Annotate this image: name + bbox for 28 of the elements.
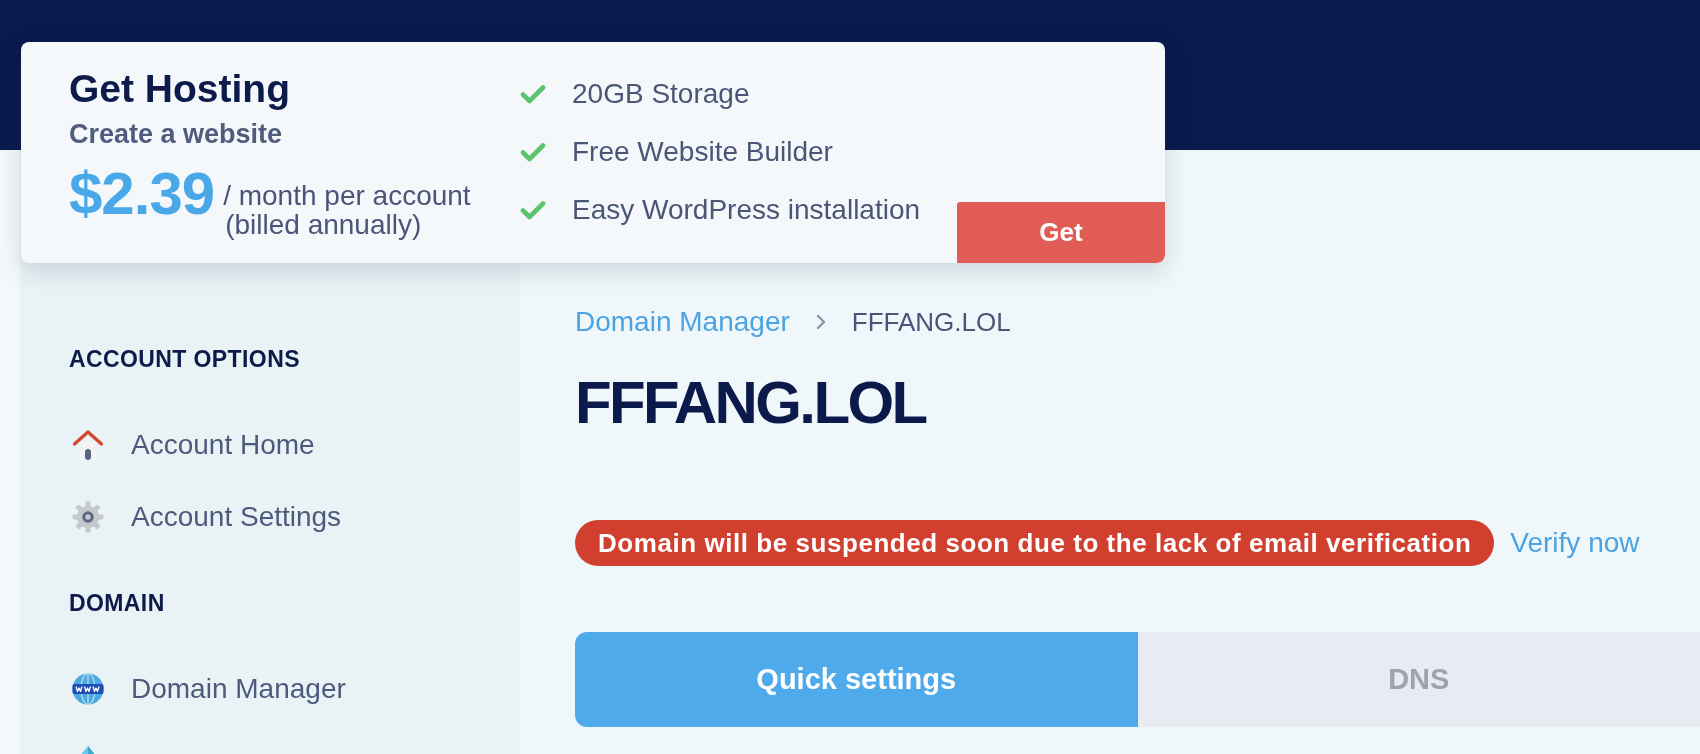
get-button[interactable]: Get xyxy=(957,202,1165,263)
chevron-right-icon xyxy=(815,314,826,330)
warning-banner: Domain will be suspended soon due to the lack of email verification xyxy=(575,520,1495,566)
breadcrumb-current: FFFANG.LOL xyxy=(851,306,1011,339)
price: $2.39 xyxy=(69,165,215,223)
verify-link[interactable]: Verify now xyxy=(1510,527,1640,559)
page-title: FFFANG.LOL xyxy=(575,368,926,438)
feature-text: 20GB Storage xyxy=(572,78,750,110)
promo-subtitle: Create a website xyxy=(69,119,283,149)
house-icon xyxy=(72,429,104,461)
billing-note: (billed annually) xyxy=(224,210,422,239)
breadcrumb-link[interactable]: Domain Manager xyxy=(575,305,790,339)
feature-text: Free Website Builder xyxy=(572,136,833,168)
feature-text: Easy WordPress installation xyxy=(572,194,921,226)
promo-title: Get Hosting xyxy=(69,67,290,111)
check-icon xyxy=(520,200,546,220)
section-heading: DOMAIN xyxy=(69,589,165,618)
sidebar-link[interactable]: Domain Manager xyxy=(69,653,346,725)
globe-icon xyxy=(72,673,104,705)
tab[interactable]: DNS xyxy=(1137,632,1700,727)
sidebar-link[interactable]: Account Settings xyxy=(69,481,342,553)
check-icon xyxy=(520,142,546,162)
sidebar-link[interactable]: Account Home xyxy=(69,409,315,481)
tab[interactable]: Quick settings xyxy=(575,632,1138,727)
price-period: / month per account xyxy=(223,181,471,210)
gear-icon xyxy=(72,501,104,533)
section-heading: ACCOUNT OPTIONS xyxy=(69,345,300,374)
check-icon xyxy=(520,84,546,104)
